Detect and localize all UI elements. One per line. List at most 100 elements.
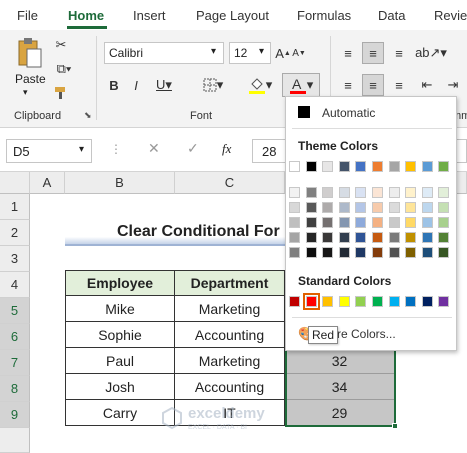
tab-file[interactable]: File xyxy=(17,8,38,23)
theme-color-swatch[interactable] xyxy=(405,161,417,172)
table-cell-department[interactable]: Accounting xyxy=(175,322,285,348)
theme-shade-swatch[interactable] xyxy=(305,217,317,228)
automatic-color-option[interactable]: Automatic xyxy=(286,101,456,125)
row-header[interactable]: 9 xyxy=(0,402,30,428)
column-header-a[interactable]: A xyxy=(30,172,65,194)
copy-icon[interactable]: ⧉▾ xyxy=(53,60,75,78)
theme-color-swatch[interactable] xyxy=(355,161,367,172)
table-header-employee[interactable]: Employee xyxy=(65,270,175,296)
standard-color-swatch[interactable] xyxy=(355,296,367,307)
standard-color-swatch[interactable] xyxy=(405,296,417,307)
chevron-down-icon[interactable]: ▾ xyxy=(211,46,216,57)
format-painter-icon[interactable] xyxy=(53,84,69,102)
theme-shade-swatch[interactable] xyxy=(405,247,417,258)
table-header-department[interactable]: Department xyxy=(175,270,285,296)
standard-color-swatch[interactable] xyxy=(372,296,383,307)
decrease-indent-icon[interactable]: ⇤ xyxy=(416,74,438,96)
cut-icon[interactable]: ✂ xyxy=(53,36,69,54)
theme-shade-swatch[interactable] xyxy=(322,187,334,198)
fill-handle[interactable] xyxy=(392,423,398,429)
theme-shade-swatch[interactable] xyxy=(421,247,433,258)
theme-shade-swatch[interactable] xyxy=(338,247,350,258)
name-box[interactable]: D5 ▾ xyxy=(6,139,92,163)
theme-shade-swatch[interactable] xyxy=(372,187,383,198)
table-cell-value[interactable]: 32 xyxy=(285,348,395,374)
column-header-c[interactable]: C xyxy=(175,172,285,194)
chevron-down-icon[interactable]: ▾ xyxy=(259,46,264,57)
standard-color-swatch[interactable] xyxy=(302,293,320,310)
theme-shade-swatch[interactable] xyxy=(438,202,450,213)
tab-insert[interactable]: Insert xyxy=(133,8,166,23)
borders-icon[interactable]: ▾ xyxy=(198,74,228,96)
theme-shade-swatch[interactable] xyxy=(305,202,317,213)
theme-shade-swatch[interactable] xyxy=(289,232,300,243)
decrease-font-size-icon[interactable]: A ▼ xyxy=(292,43,306,63)
theme-shade-swatch[interactable] xyxy=(405,232,417,243)
theme-color-swatch[interactable] xyxy=(322,161,334,172)
theme-shade-swatch[interactable] xyxy=(372,202,383,213)
table-cell-employee[interactable]: Carry xyxy=(65,400,175,426)
orientation-icon[interactable]: ab↗▾ xyxy=(415,42,447,64)
clipboard-launcher-icon[interactable]: ⬊ xyxy=(84,110,92,121)
tab-data[interactable]: Data xyxy=(378,8,405,23)
theme-shade-swatch[interactable] xyxy=(388,187,400,198)
row-header[interactable]: 4 xyxy=(0,272,30,298)
theme-shade-swatch[interactable] xyxy=(289,217,300,228)
bold-icon[interactable]: B xyxy=(104,74,124,96)
theme-shade-swatch[interactable] xyxy=(322,202,334,213)
table-cell-value[interactable]: 29 xyxy=(285,400,395,426)
theme-color-swatch[interactable] xyxy=(438,161,450,172)
theme-color-swatch[interactable] xyxy=(338,161,350,172)
table-cell-employee[interactable]: Mike xyxy=(65,296,175,322)
standard-color-swatch[interactable] xyxy=(421,296,433,307)
table-cell-employee[interactable]: Paul xyxy=(65,348,175,374)
increase-font-size-icon[interactable]: A ▲ xyxy=(275,43,291,63)
theme-shade-swatch[interactable] xyxy=(338,187,350,198)
select-all-corner[interactable] xyxy=(0,172,30,194)
insert-function-icon[interactable]: fx xyxy=(222,141,231,157)
theme-shade-swatch[interactable] xyxy=(338,217,350,228)
theme-shade-swatch[interactable] xyxy=(388,202,400,213)
theme-shade-swatch[interactable] xyxy=(322,232,334,243)
theme-shade-swatch[interactable] xyxy=(438,187,450,198)
tab-home[interactable]: Home xyxy=(68,8,104,23)
theme-color-swatch[interactable] xyxy=(388,161,400,172)
theme-shade-swatch[interactable] xyxy=(322,217,334,228)
paste-dropdown-icon[interactable]: ▾ xyxy=(23,87,28,98)
row-header[interactable]: 6 xyxy=(0,324,30,350)
align-right-icon[interactable]: ≡ xyxy=(388,74,410,96)
enter-icon[interactable]: ✓ xyxy=(187,140,199,157)
theme-shade-swatch[interactable] xyxy=(289,187,300,198)
row-header[interactable]: 7 xyxy=(0,350,30,376)
align-center-icon[interactable]: ≡ xyxy=(362,74,384,96)
theme-shade-swatch[interactable] xyxy=(438,217,450,228)
theme-shade-swatch[interactable] xyxy=(289,202,300,213)
theme-color-swatch[interactable] xyxy=(305,161,317,172)
theme-color-swatch[interactable] xyxy=(372,161,383,172)
theme-shade-swatch[interactable] xyxy=(305,187,317,198)
table-cell-employee[interactable]: Sophie xyxy=(65,322,175,348)
underline-icon[interactable]: U▾ xyxy=(150,74,178,96)
theme-color-swatch[interactable] xyxy=(289,161,300,172)
standard-color-swatch[interactable] xyxy=(338,296,350,307)
theme-shade-swatch[interactable] xyxy=(405,202,417,213)
standard-color-swatch[interactable] xyxy=(438,296,450,307)
align-left-icon[interactable]: ≡ xyxy=(337,74,359,96)
sheet-title[interactable]: Clear Conditional For xyxy=(65,220,285,246)
table-cell-department[interactable]: Accounting xyxy=(175,374,285,400)
standard-color-swatch[interactable] xyxy=(388,296,400,307)
theme-shade-swatch[interactable] xyxy=(405,187,417,198)
fill-color-icon[interactable]: ▾ xyxy=(244,74,276,96)
theme-shade-swatch[interactable] xyxy=(289,247,300,258)
middle-align-icon[interactable]: ≡ xyxy=(362,42,384,64)
theme-shade-swatch[interactable] xyxy=(372,247,383,258)
theme-shade-swatch[interactable] xyxy=(338,202,350,213)
theme-shade-swatch[interactable] xyxy=(338,232,350,243)
theme-shade-swatch[interactable] xyxy=(421,202,433,213)
theme-shade-swatch[interactable] xyxy=(322,247,334,258)
theme-shade-swatch[interactable] xyxy=(388,217,400,228)
row-header[interactable] xyxy=(0,428,30,453)
theme-shade-swatch[interactable] xyxy=(305,232,317,243)
theme-shade-swatch[interactable] xyxy=(421,217,433,228)
tab-formulas[interactable]: Formulas xyxy=(297,8,351,23)
